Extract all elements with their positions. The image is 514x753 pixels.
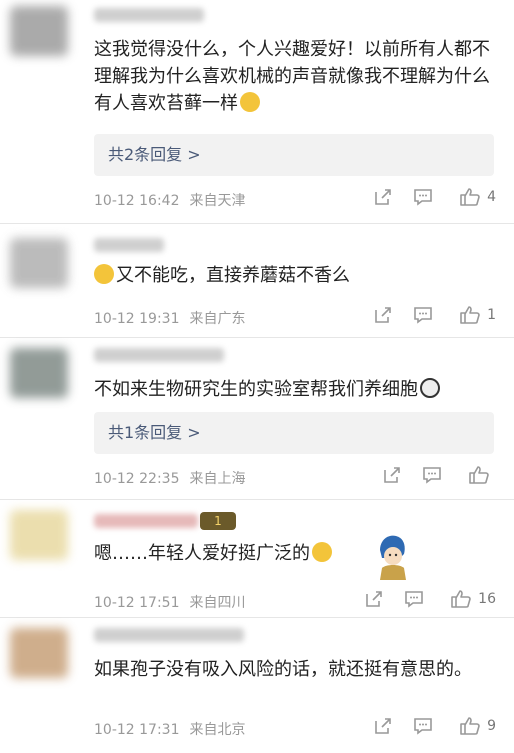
- like-button[interactable]: 9: [459, 716, 496, 736]
- comment-body: 如果孢子没有吸入风险的话，就还挺有意思的。: [94, 659, 472, 680]
- like-count: 9: [487, 718, 496, 734]
- share-icon: [375, 307, 391, 323]
- reply-button[interactable]: [394, 589, 434, 609]
- comment-meta: 10-12 22:35 来自上海: [94, 468, 255, 488]
- comment-body: 不如来生物研究生的实验室帮我们养细胞: [94, 379, 418, 400]
- share-icon: [384, 467, 400, 483]
- comment-body: 这我觉得没什么，个人兴趣爱好！以前所有人都不理解我为什么喜欢机械的声音就像我不理…: [94, 39, 490, 114]
- share-button[interactable]: [372, 465, 412, 485]
- avatar[interactable]: [10, 6, 68, 56]
- comment-text: 又不能吃，直接养蘑菇不香么: [94, 262, 498, 289]
- thumbs-up-icon: [460, 188, 480, 206]
- share-icon: [375, 189, 391, 205]
- username-blurred[interactable]: [94, 8, 204, 22]
- comment-item: 如果孢子没有吸入风险的话，就还挺有意思的。 10-12 17:31 来自北京 9: [0, 618, 514, 753]
- comment-meta: 10-12 17:31 来自北京: [94, 719, 255, 739]
- thumbs-up-icon: [469, 466, 489, 484]
- comment-actions: [372, 465, 496, 485]
- avatar[interactable]: [10, 348, 68, 398]
- comment-date: 10-12 17:51: [94, 595, 180, 611]
- like-count: 1: [487, 307, 496, 323]
- comment-body: 嗯……年轻人爱好挺广泛的: [94, 543, 310, 564]
- like-button[interactable]: 4: [459, 187, 496, 207]
- reply-button[interactable]: [403, 716, 443, 736]
- comment-meta: 10-12 19:31 来自广东: [94, 308, 255, 328]
- comment-meta: 10-12 17:51 来自四川: [94, 592, 255, 612]
- comment-icon: [405, 591, 423, 608]
- username-blurred[interactable]: [94, 238, 164, 252]
- comment-location: 来自四川: [189, 595, 246, 611]
- comment-location: 来自天津: [189, 193, 246, 209]
- comment-location: 来自北京: [189, 722, 246, 738]
- share-icon: [375, 718, 391, 734]
- gift-face-emoji: [312, 542, 332, 562]
- comment-text: 嗯……年轻人爱好挺广泛的: [94, 540, 498, 567]
- share-button[interactable]: [363, 187, 403, 207]
- like-button[interactable]: [468, 465, 496, 485]
- comment-text: 如果孢子没有吸入风险的话，就还挺有意思的。: [94, 656, 474, 683]
- username-blurred[interactable]: [94, 514, 198, 528]
- comment-actions: 4: [363, 187, 496, 207]
- comment-actions: 9: [363, 716, 496, 736]
- username-blurred[interactable]: [94, 628, 244, 642]
- share-button[interactable]: [363, 305, 403, 325]
- replies-link[interactable]: 共1条回复 >: [94, 412, 494, 454]
- girl-with-pearl-sticker-icon: [372, 530, 414, 580]
- like-count: 16: [478, 591, 496, 607]
- like-button[interactable]: 1: [459, 305, 496, 325]
- comment-date: 10-12 19:31: [94, 311, 180, 327]
- replies-link[interactable]: 共2条回复 >: [94, 134, 494, 176]
- laughing-tears-emoji: [240, 92, 260, 112]
- comment-location: 来自广东: [189, 311, 246, 327]
- avatar[interactable]: [10, 628, 68, 678]
- share-button[interactable]: [354, 589, 394, 609]
- thumbs-up-icon: [451, 590, 471, 608]
- thumbs-up-icon: [460, 717, 480, 735]
- comment-location: 来自上海: [189, 471, 246, 487]
- comment-text: 这我觉得没什么，个人兴趣爱好！以前所有人都不理解我为什么喜欢机械的声音就像我不理…: [94, 36, 498, 117]
- comment-actions: 1: [363, 305, 496, 325]
- comment-icon: [414, 718, 432, 735]
- comment-actions: 16: [354, 589, 496, 609]
- like-count: 4: [487, 189, 496, 205]
- panda-emoji: [420, 378, 440, 398]
- username-blurred[interactable]: [94, 348, 224, 362]
- reply-button[interactable]: [403, 305, 443, 325]
- comment-text: 不如来生物研究生的实验室帮我们养细胞: [94, 376, 498, 403]
- comment-icon: [414, 307, 432, 324]
- comment-item: 不如来生物研究生的实验室帮我们养细胞 共1条回复 > 10-12 22:35 来自…: [0, 338, 514, 500]
- comment-item: 这我觉得没什么，个人兴趣爱好！以前所有人都不理解我为什么喜欢机械的声音就像我不理…: [0, 0, 514, 224]
- replies-label: 共2条回复 >: [108, 145, 201, 164]
- level-badge-label: 1: [214, 514, 222, 528]
- share-icon: [366, 591, 382, 607]
- level-badge: 1: [200, 512, 236, 530]
- like-button[interactable]: 16: [450, 589, 496, 609]
- thumbs-up-icon: [460, 306, 480, 324]
- comment-icon: [423, 467, 441, 484]
- replies-label: 共1条回复 >: [108, 423, 201, 442]
- comment-date: 10-12 17:31: [94, 722, 180, 738]
- laughing-tears-emoji: [94, 264, 114, 284]
- avatar[interactable]: [10, 510, 68, 560]
- comment-meta: 10-12 16:42 来自天津: [94, 190, 255, 210]
- avatar[interactable]: [10, 238, 68, 288]
- comment-date: 10-12 16:42: [94, 193, 180, 209]
- reply-button[interactable]: [403, 187, 443, 207]
- comment-icon: [414, 189, 432, 206]
- reply-button[interactable]: [412, 465, 452, 485]
- comment-date: 10-12 22:35: [94, 471, 180, 487]
- comment-body: 又不能吃，直接养蘑菇不香么: [116, 265, 350, 286]
- comment-item: 又不能吃，直接养蘑菇不香么 10-12 19:31 来自广东 1: [0, 224, 514, 338]
- comment-item: 1 嗯……年轻人爱好挺广泛的 10-12 17:51 来自四川 16: [0, 500, 514, 618]
- share-button[interactable]: [363, 716, 403, 736]
